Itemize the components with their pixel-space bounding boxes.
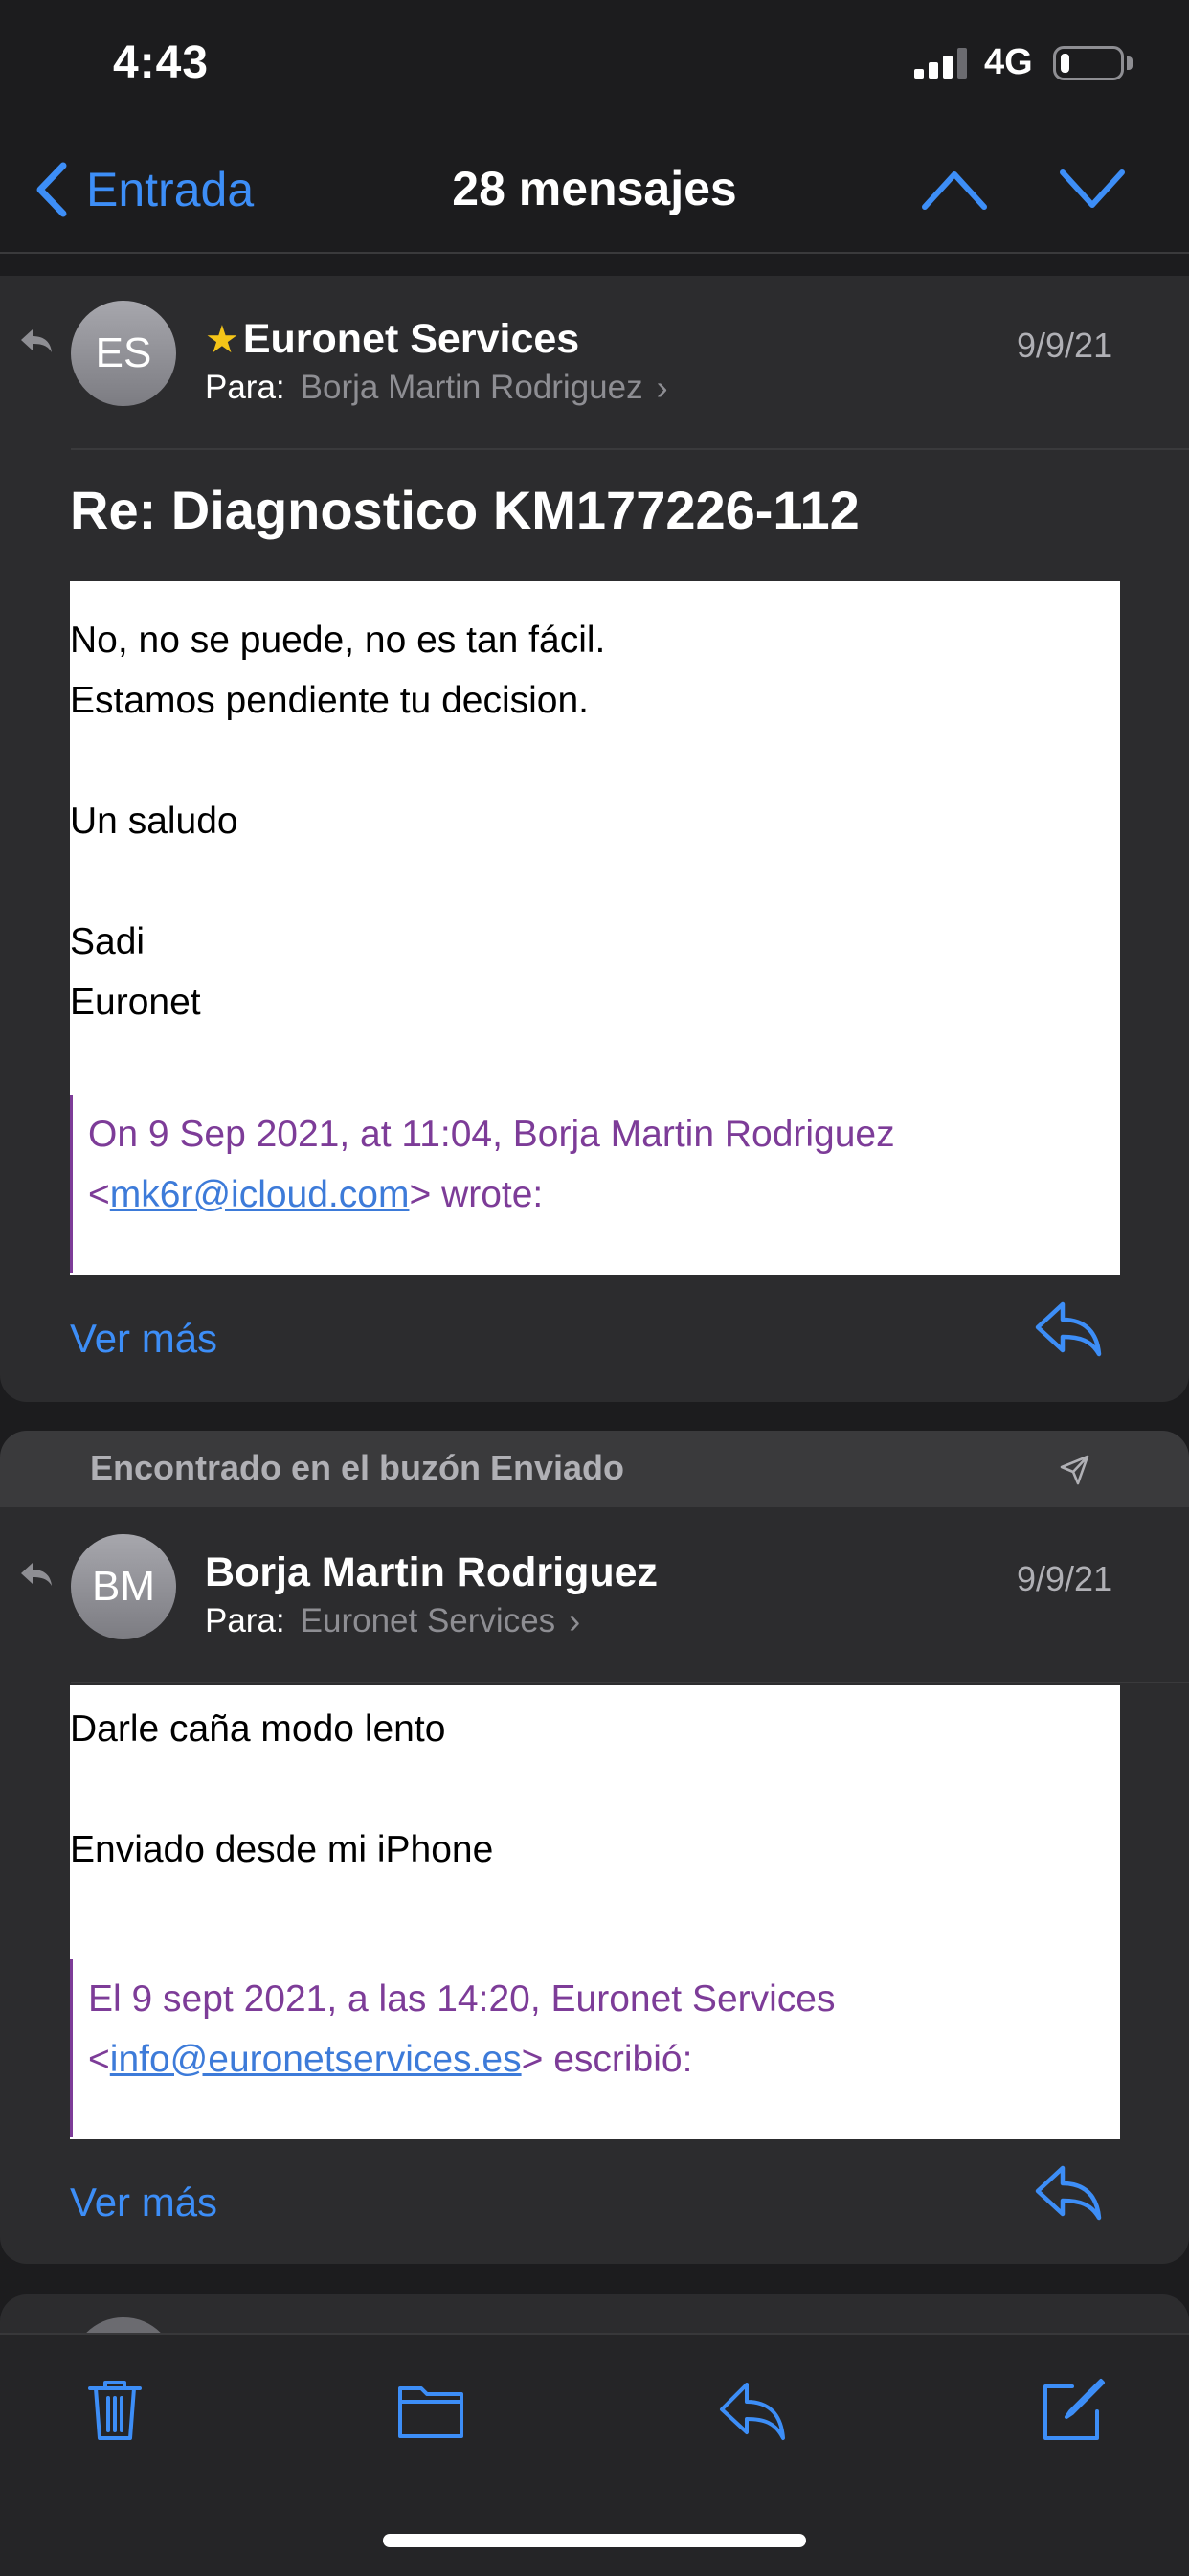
body-line: Un saludo <box>70 801 238 842</box>
email-link[interactable]: info@euronetservices.es <box>110 2039 522 2080</box>
replied-indicator-icon <box>21 329 52 352</box>
quote-header: El 9 sept 2021, a las 14:20, Euronet Ser… <box>88 1978 836 2020</box>
battery-icon <box>1053 46 1124 80</box>
reply-icon[interactable] <box>1034 1300 1103 1358</box>
body-line <box>70 851 605 912</box>
body-line: Darle caña modo lento <box>70 1708 446 1750</box>
header-divider <box>71 1682 1189 1683</box>
message-date: 9/9/21 <box>1017 1559 1113 1598</box>
recipient-name: Borja Martin Rodriguez <box>300 369 643 406</box>
sender-name[interactable]: Borja Martin Rodriguez <box>205 1549 658 1596</box>
battery-tip <box>1127 56 1133 70</box>
quote-email-line: <mk6r@icloud.com> wrote: <box>88 1174 544 1215</box>
replied-indicator-icon <box>21 1563 52 1586</box>
star-icon: ★ <box>205 318 239 361</box>
message-subject: Re: Diagnostico KM177226-112 <box>70 480 860 540</box>
network-type: 4G <box>984 42 1033 82</box>
status-time: 4:43 <box>113 37 210 88</box>
trash-icon[interactable] <box>80 2375 149 2444</box>
quoted-text: El 9 sept 2021, a las 14:20, Euronet Ser… <box>70 1959 1103 2137</box>
reply-icon[interactable] <box>1034 2164 1103 2222</box>
folder-icon[interactable] <box>396 2375 465 2444</box>
body-line: Euronet <box>70 982 201 1023</box>
recipient-line[interactable]: Para: Borja Martin Rodriguez › <box>205 368 668 408</box>
found-in-mailbox-label: Encontrado en el buzón Enviado <box>90 1448 625 1487</box>
quoted-text: On 9 Sep 2021, at 11:04, Borja Martin Ro… <box>70 1095 1103 1273</box>
sender-label: Euronet Services <box>242 316 580 362</box>
cellular-signal-icon <box>914 48 967 79</box>
message-body: Darle caña modo lento Enviado desde mi i… <box>70 1685 1120 2139</box>
body-line <box>70 731 605 791</box>
message-body: No, no se puede, no es tan fácil. Estamo… <box>70 581 1120 1275</box>
body-line: No, no se puede, no es tan fácil. <box>70 620 606 661</box>
avatar[interactable]: BM <box>71 1534 176 1639</box>
recipient-name: Euronet Services <box>300 1602 556 1639</box>
chevron-right-icon: › <box>656 368 668 407</box>
next-message-chevron-down-icon[interactable] <box>1059 165 1126 213</box>
recipient-line[interactable]: Para: Euronet Services › <box>205 1601 580 1641</box>
sender-label: Borja Martin Rodriguez <box>205 1549 659 1595</box>
page-title: 28 mensajes <box>452 162 737 215</box>
avatar[interactable]: ES <box>71 301 176 406</box>
to-label: Para: <box>205 369 285 406</box>
message-date: 9/9/21 <box>1017 326 1113 365</box>
nav-divider <box>0 252 1189 254</box>
paper-plane-icon[interactable] <box>1059 1454 1091 1486</box>
sender-name[interactable]: ★ Euronet Services <box>205 316 579 363</box>
email-link[interactable]: mk6r@icloud.com <box>110 1174 410 1215</box>
compose-icon[interactable] <box>1038 2375 1107 2444</box>
ver-mas-button[interactable]: Ver más <box>70 2180 217 2226</box>
home-indicator <box>383 2534 806 2547</box>
header-divider <box>71 448 1189 450</box>
body-line: Enviado desde mi iPhone <box>70 1829 494 1870</box>
to-label: Para: <box>205 1602 285 1639</box>
ver-mas-button[interactable]: Ver más <box>70 1316 217 1362</box>
previous-message-chevron-up-icon[interactable] <box>921 165 988 213</box>
quote-email-line: <info@euronetservices.es> escribió: <box>88 2039 693 2080</box>
chevron-right-icon: › <box>569 1601 581 1640</box>
body-line: Sadi <box>70 921 146 962</box>
body-line <box>70 1759 493 1819</box>
quote-header: On 9 Sep 2021, at 11:04, Borja Martin Ro… <box>88 1114 895 1155</box>
body-line: Estamos pendiente tu decision. <box>70 680 590 721</box>
reply-icon[interactable] <box>718 2375 787 2444</box>
